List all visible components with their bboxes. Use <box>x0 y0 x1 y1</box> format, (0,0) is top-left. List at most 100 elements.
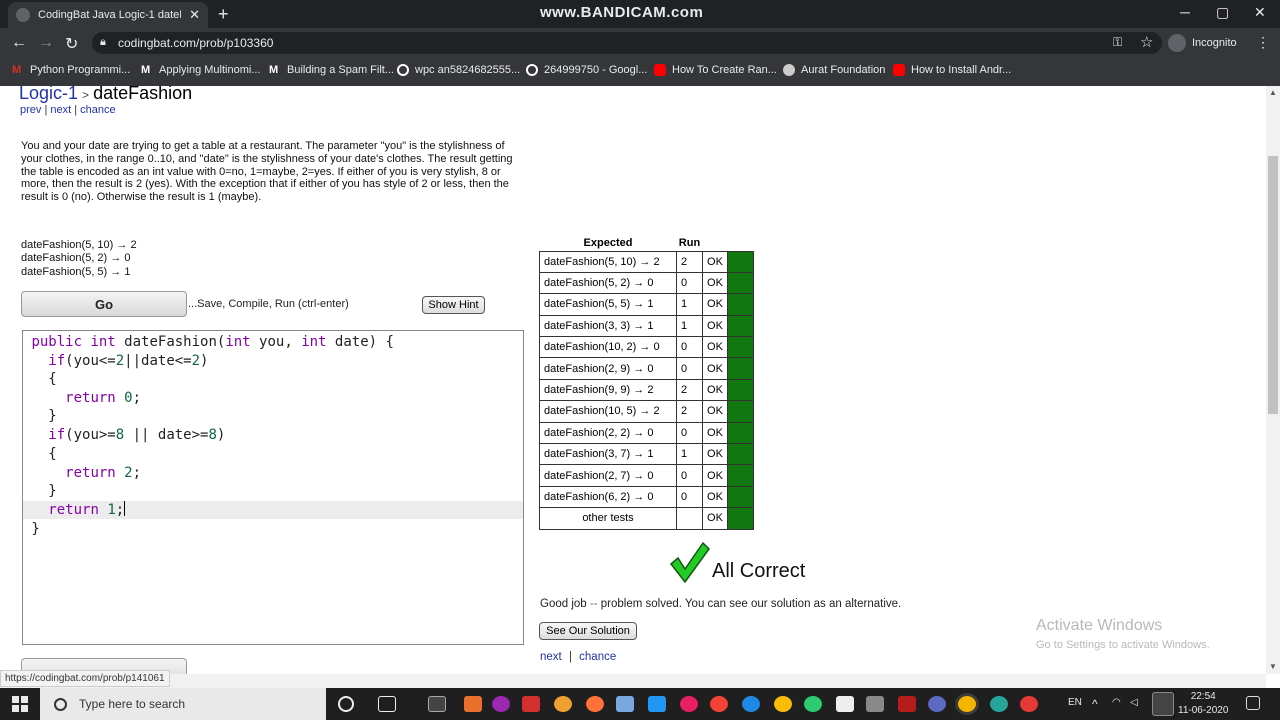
codingbat-favicon-icon <box>16 8 30 22</box>
header-expected: Expected <box>583 237 633 250</box>
star-icon[interactable]: ☆ <box>1140 33 1153 51</box>
chrome-active-icon[interactable] <box>958 696 976 712</box>
code-line[interactable]: return 0; <box>23 389 523 407</box>
notification-icon[interactable] <box>1246 696 1260 710</box>
results-table: Expected Run dateFashion(5, 10) → 2 2 OK da… <box>539 236 754 530</box>
activate-windows-watermark: Activate Windows Go to Settings to activ… <box>1036 617 1210 651</box>
breadcrumb-logic1-link[interactable]: Logic-1 <box>19 86 78 103</box>
app-icon[interactable] <box>554 696 572 712</box>
cortana-icon[interactable] <box>338 696 354 712</box>
media-player-icon[interactable] <box>898 696 916 712</box>
tab-close-icon[interactable]: ✕ <box>189 7 200 23</box>
wifi-icon[interactable]: ◠ <box>1112 697 1121 708</box>
3d-box-icon[interactable] <box>616 696 634 712</box>
app-icon[interactable] <box>990 696 1008 712</box>
tab-title: CodingBat Java Logic-1 dateFash <box>38 9 181 21</box>
bookmark-item[interactable]: How To Create Ran... <box>654 64 777 76</box>
google-icon <box>526 64 538 76</box>
code-line[interactable]: } <box>23 520 523 538</box>
app-icon[interactable] <box>710 696 728 712</box>
task-view-icon[interactable] <box>378 696 396 712</box>
terminal-icon[interactable] <box>428 696 446 712</box>
all-correct-text: All Correct <box>712 560 806 582</box>
bookmark-item[interactable]: M Applying Multinomi... <box>141 64 261 76</box>
tools-icon[interactable] <box>866 696 884 712</box>
code-line[interactable]: return 2; <box>23 464 523 482</box>
app-icon[interactable] <box>680 696 698 712</box>
tray-chevron-icon[interactable]: ^ <box>1092 697 1098 711</box>
bookmark-item[interactable]: 264999750 - Googl... <box>526 64 647 76</box>
volume-icon[interactable]: ◁ <box>1130 697 1138 708</box>
code-line[interactable]: } <box>23 407 523 425</box>
bookmark-item[interactable]: Aurat Foundation <box>783 64 885 76</box>
youtube-icon <box>893 64 905 76</box>
code-line-active[interactable]: return 1; <box>23 501 523 519</box>
next-link[interactable]: next <box>50 104 71 116</box>
result-status: OK <box>702 507 728 530</box>
youtube-icon <box>654 64 666 76</box>
bookmark-item[interactable]: wpc an5824682555... <box>397 64 520 76</box>
scroll-down-icon[interactable]: ▼ <box>1269 662 1277 671</box>
result-expected: dateFashion(6, 2) → 0 <box>539 485 677 509</box>
horizontal-scrollbar[interactable] <box>0 674 1266 688</box>
kebab-menu-icon[interactable]: ⋮ <box>1256 34 1270 51</box>
back-arrow-icon[interactable]: ← <box>11 34 27 52</box>
code-line[interactable]: } <box>23 482 523 500</box>
bandicam-watermark: www.BANDICAM.com <box>540 4 704 21</box>
language-indicator[interactable]: EN <box>1068 697 1082 708</box>
prev-link[interactable]: prev <box>20 104 41 116</box>
good-job-message: problem solved. You can see our solution… <box>600 598 902 610</box>
taskbar-search[interactable]: Type here to search <box>40 688 326 720</box>
code-line[interactable]: { <box>23 370 523 388</box>
code-line[interactable]: if(you>=8 || date>=8) <box>23 426 523 444</box>
incognito-badge[interactable]: Incognito <box>1168 33 1237 53</box>
problem-description: You and your date are trying to get a ta… <box>21 140 513 204</box>
app-icon[interactable] <box>804 696 822 712</box>
bookmark-item[interactable]: M Python Programmi... <box>12 64 130 76</box>
result-expected: dateFashion(3, 7) → 1 <box>539 443 677 466</box>
windows-start-icon[interactable] <box>12 696 28 712</box>
shield-icon[interactable] <box>836 696 854 712</box>
app-icon[interactable] <box>928 696 946 712</box>
code-line[interactable]: if(you<=2||date<=2) <box>23 352 523 370</box>
app-icon[interactable] <box>464 696 482 712</box>
minimize-button[interactable]: ─ <box>1180 4 1190 20</box>
lock-icon[interactable]: 🔒︎ <box>100 36 106 49</box>
pen-workspace-icon[interactable] <box>1152 692 1174 716</box>
reload-icon[interactable]: ↻ <box>65 34 78 54</box>
bookmark-item[interactable]: How to Install Andr... <box>893 64 1011 76</box>
edge-icon[interactable] <box>742 696 760 712</box>
forward-arrow-icon[interactable]: → <box>38 34 54 52</box>
result-expected: dateFashion(9, 9) → 2 <box>539 378 677 402</box>
chance-link-bottom[interactable]: chance <box>579 651 616 663</box>
code-line[interactable]: public int dateFashion(int you, int date… <box>23 333 523 351</box>
scroll-thumb[interactable] <box>1268 156 1278 414</box>
see-solution-button[interactable]: See Our Solution <box>539 622 637 640</box>
code-line[interactable]: { <box>23 445 523 463</box>
system-clock[interactable]: 22:54 11-06-2020 <box>1178 690 1228 718</box>
bandicam-record-icon[interactable] <box>1020 696 1038 712</box>
scroll-up-icon[interactable]: ▲ <box>1269 88 1277 97</box>
search-placeholder: Type here to search <box>79 697 186 711</box>
maximize-button[interactable]: ▢ <box>1216 4 1229 21</box>
new-tab-button[interactable]: + <box>218 4 229 25</box>
pdf-icon[interactable] <box>522 696 540 712</box>
firefox-icon[interactable] <box>586 696 604 712</box>
app-icon[interactable] <box>492 696 510 712</box>
url-text[interactable]: codingbat.com/prob/p103360 <box>118 36 273 50</box>
key-icon[interactable]: ⚿ <box>1113 35 1122 50</box>
code-editor[interactable]: public int dateFashion(int you, int date… <box>22 330 524 645</box>
chrome-icon[interactable] <box>774 696 792 712</box>
result-status: OK <box>702 336 728 359</box>
chance-link[interactable]: chance <box>80 104 115 116</box>
show-hint-button[interactable]: Show Hint <box>422 296 485 314</box>
window-close-button[interactable]: ✕ <box>1254 4 1266 21</box>
vertical-scrollbar[interactable]: ▲ ▼ <box>1266 86 1280 674</box>
result-row: dateFashion(10, 5) → 2 2 OK <box>539 400 754 423</box>
browser-tab[interactable]: CodingBat Java Logic-1 dateFash ✕ <box>8 2 208 28</box>
bookmark-label: How to Install Andr... <box>911 64 1012 76</box>
bookmark-item[interactable]: M Building a Spam Filt... <box>269 64 394 76</box>
next-link-bottom[interactable]: next <box>540 651 562 663</box>
window-app-icon[interactable] <box>648 696 666 712</box>
go-button[interactable]: Go <box>21 291 187 317</box>
